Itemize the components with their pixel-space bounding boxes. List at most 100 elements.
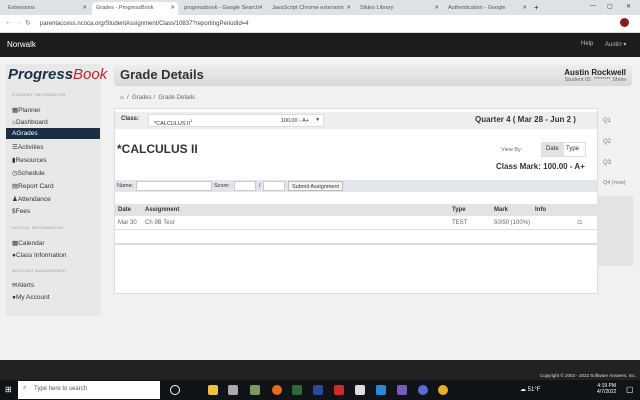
tab-q2[interactable]: Q2: [603, 139, 611, 145]
what-if-form: Name: Score: / Submit Assignment: [115, 180, 597, 192]
app-icon[interactable]: [355, 385, 365, 395]
window-close-icon[interactable]: ✕: [626, 3, 631, 10]
close-icon[interactable]: ✕: [82, 5, 87, 11]
close-icon[interactable]: ✕: [522, 5, 527, 11]
tab-label: progressbook - Google Search: [184, 5, 259, 11]
col-info[interactable]: Info: [535, 207, 546, 213]
tab-slides[interactable]: Slides Library ✕: [356, 2, 442, 15]
sidebar-item-report-card[interactable]: ▤Report Card: [6, 180, 100, 191]
divider: [115, 243, 597, 245]
row-date: Mar 30: [118, 220, 137, 226]
tab-authentication[interactable]: Authentication - Google ✕: [444, 2, 530, 15]
view-by-date[interactable]: Date: [542, 143, 564, 156]
sidebar-item-label: Grades: [16, 130, 38, 137]
name-input[interactable]: [136, 181, 212, 191]
app-icon[interactable]: [418, 385, 428, 395]
page-title: Grade Details: [120, 67, 204, 82]
clock[interactable]: 4:19 PM 4/7/2022: [597, 383, 616, 395]
app-icon[interactable]: [228, 385, 238, 395]
sidebar-item-grades[interactable]: AGrades: [6, 128, 100, 139]
table-row[interactable]: Mar 30 Ch 9B Test TEST 50/50 (100%) ⚖: [115, 217, 597, 230]
class-select[interactable]: *CALCULUS II1 100.00 - A+ ▾: [148, 114, 324, 127]
sidebar-item-label: Alerts: [17, 282, 35, 289]
breadcrumb-grades[interactable]: Grades: [132, 95, 152, 101]
student-id[interactable]: Student ID: ******** Show: [565, 77, 626, 83]
close-icon[interactable]: ✕: [434, 5, 439, 11]
class-select-mark: 100.00 - A+: [280, 118, 309, 124]
visual-studio-icon[interactable]: [397, 385, 407, 395]
section-heading: SCHOOL INFORMATION: [12, 225, 63, 230]
top-nav: Norwalk Help Austin ▾: [0, 33, 640, 57]
quarter-label: Quarter 4 ( Mar 28 - Jun 2 ): [475, 115, 576, 124]
sidebar-item-alerts[interactable]: ✉Alerts: [6, 279, 100, 290]
forward-icon[interactable]: →: [15, 19, 22, 26]
tab-progressbook[interactable]: Grades - ProgressBook ✕: [92, 2, 178, 15]
cortana-icon[interactable]: [170, 385, 180, 395]
possible-input[interactable]: [263, 181, 285, 191]
reload-icon[interactable]: ↻: [25, 19, 31, 27]
notifications-icon[interactable]: ▢: [626, 385, 634, 394]
close-icon[interactable]: ✕: [170, 5, 175, 11]
new-tab-icon[interactable]: +: [534, 3, 539, 12]
sidebar-item-fees[interactable]: $Fees: [6, 206, 100, 217]
tab-google-search[interactable]: progressbook - Google Search ✕: [180, 2, 266, 15]
windows-start-icon[interactable]: ⊞: [5, 385, 12, 394]
sidebar-item-label: My Account: [15, 294, 50, 301]
browser-tab-bar: Extensions ✕ Grades - ProgressBook ✕ progr…: [0, 0, 640, 15]
tab-extensions[interactable]: Extensions ✕: [4, 2, 90, 15]
breadcrumb-current: Grade Details: [158, 95, 196, 101]
district-name: Norwalk: [7, 40, 36, 49]
sidebar-item-dashboard[interactable]: ⌂Dashboard: [6, 117, 100, 128]
file-explorer-icon[interactable]: [208, 385, 218, 395]
home-icon[interactable]: ⌂: [120, 95, 124, 101]
tab-javascript[interactable]: JavaScript Chrome extension ✕: [268, 2, 354, 15]
vscode-icon[interactable]: [376, 385, 386, 395]
score-input[interactable]: [234, 181, 256, 191]
sidebar-item-resources[interactable]: ▮Resources: [6, 154, 100, 165]
intellij-icon[interactable]: [313, 385, 323, 395]
sidebar-item-label: Attendance: [17, 196, 51, 203]
user-menu[interactable]: Austin ▾: [605, 41, 626, 48]
sidebar-item-calendar[interactable]: ▦Calendar: [6, 237, 100, 248]
tab-label: Grades - ProgressBook: [96, 5, 154, 11]
tab-q1[interactable]: Q1: [603, 118, 611, 124]
row-mark: 50/50 (100%): [494, 220, 531, 226]
view-by-type[interactable]: Type: [566, 146, 579, 152]
sidebar-item-activities[interactable]: ☰Activities: [6, 141, 100, 152]
scale-icon[interactable]: ⚖: [577, 219, 582, 226]
close-icon[interactable]: ✕: [258, 5, 263, 11]
url-input[interactable]: parentaccess.ncoca.org/StudentAssignment…: [34, 18, 554, 30]
col-mark[interactable]: Mark: [494, 207, 508, 213]
sidebar-item-label: Fees: [15, 208, 31, 215]
profile-avatar[interactable]: [620, 18, 629, 27]
page-header: Grade Details Austin Rockwell Student ID…: [114, 65, 632, 86]
maximize-icon[interactable]: ▢: [607, 3, 613, 10]
taskbar-search[interactable]: ⌕ Type here to search: [18, 381, 160, 399]
sidebar-item-attendance[interactable]: ♟Attendance: [6, 193, 100, 204]
sidebar-item-class-information[interactable]: ●Class Information: [6, 250, 100, 261]
view-by-toggle: Date Type: [541, 142, 586, 157]
back-icon[interactable]: ←: [5, 19, 12, 26]
row-type: TEST: [452, 220, 468, 226]
sidebar-item-planner[interactable]: ▦Planner: [6, 104, 100, 115]
firefox-icon[interactable]: [272, 385, 282, 395]
app-icon[interactable]: [334, 385, 344, 395]
app-icon[interactable]: [250, 385, 260, 395]
grade-panel: Class: *CALCULUS II1 100.00 - A+ ▾ Quart…: [114, 108, 598, 294]
tab-q4[interactable]: Q4 (now): [603, 180, 626, 186]
tab-q3[interactable]: Q3: [603, 160, 611, 166]
weather[interactable]: ☁ 51°F: [520, 386, 540, 393]
col-date[interactable]: Date: [118, 207, 131, 213]
chevron-down-icon: ▾: [316, 117, 319, 123]
minimize-icon[interactable]: —: [590, 3, 596, 9]
sidebar-item-my-account[interactable]: ●My Account: [6, 292, 100, 303]
chrome-icon[interactable]: [438, 385, 448, 395]
sidebar-item-schedule[interactable]: ◷Schedule: [6, 167, 100, 178]
col-type[interactable]: Type: [452, 207, 466, 213]
close-icon[interactable]: ✕: [346, 5, 351, 11]
pycharm-icon[interactable]: [292, 385, 302, 395]
help-link[interactable]: Help: [581, 41, 593, 47]
submit-assignment-button[interactable]: Submit Assignment: [288, 181, 344, 191]
quarter-tabs: Q1 Q2 Q3 Q4 (now): [597, 112, 633, 266]
col-assignment[interactable]: Assignment: [145, 207, 179, 213]
